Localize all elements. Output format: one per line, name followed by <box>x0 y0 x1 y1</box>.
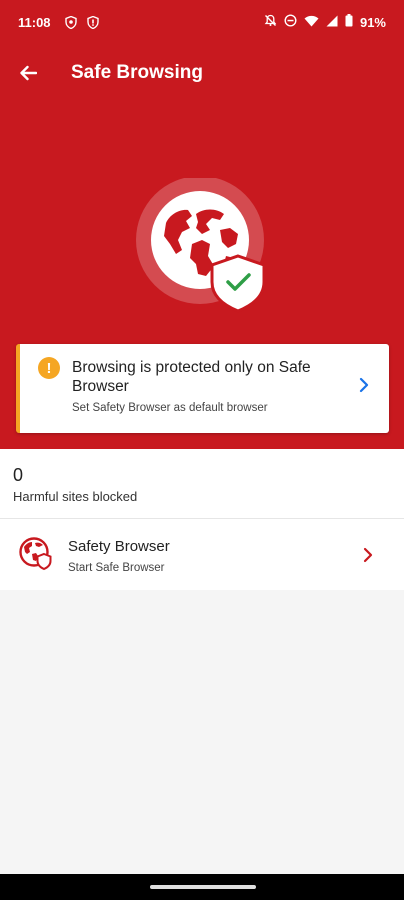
status-bar: 11:08 91% <box>0 0 404 44</box>
home-gesture-handle[interactable] <box>150 885 256 889</box>
status-right-group: 91% <box>264 14 386 30</box>
blocked-label: Harmful sites blocked <box>13 489 138 504</box>
battery-percent: 91% <box>359 14 386 30</box>
chevron-right-icon <box>363 547 373 563</box>
warning-icon: ! <box>38 357 60 379</box>
page-title: Safe Browsing <box>71 62 203 83</box>
blocked-sites-stat: 0 Harmful sites blocked <box>0 449 404 519</box>
globe-shield-emblem-icon <box>136 178 266 313</box>
status-time: 11:08 <box>18 14 51 30</box>
list-item-subtitle: Start Safe Browser <box>68 562 165 574</box>
banner-subtitle: Set Safety Browser as default browser <box>72 402 268 414</box>
blocked-count: 0 <box>13 465 24 485</box>
globe-shield-icon <box>19 537 52 571</box>
signal-icon <box>326 15 338 30</box>
do-not-disturb-icon <box>284 14 297 30</box>
app-bar: Safe Browsing <box>0 52 404 94</box>
back-button[interactable] <box>0 52 56 94</box>
arrow-back-icon <box>20 65 37 81</box>
shield-alert-icon <box>86 15 99 29</box>
banner-title: Browsing is protected only on Safe Brows… <box>72 359 311 395</box>
system-navigation-bar <box>0 874 404 900</box>
default-browser-banner[interactable]: ! Browsing is protected only on Safe Bro… <box>16 344 389 433</box>
chevron-right-icon <box>359 377 369 393</box>
list-item-safety-browser[interactable]: Safety Browser Start Safe Browser <box>0 519 404 590</box>
shield-badge-icon <box>64 15 77 29</box>
battery-icon <box>345 14 353 30</box>
list-item-title: Safety Browser <box>68 538 170 555</box>
bell-off-icon <box>264 14 277 30</box>
wifi-icon <box>304 15 319 30</box>
